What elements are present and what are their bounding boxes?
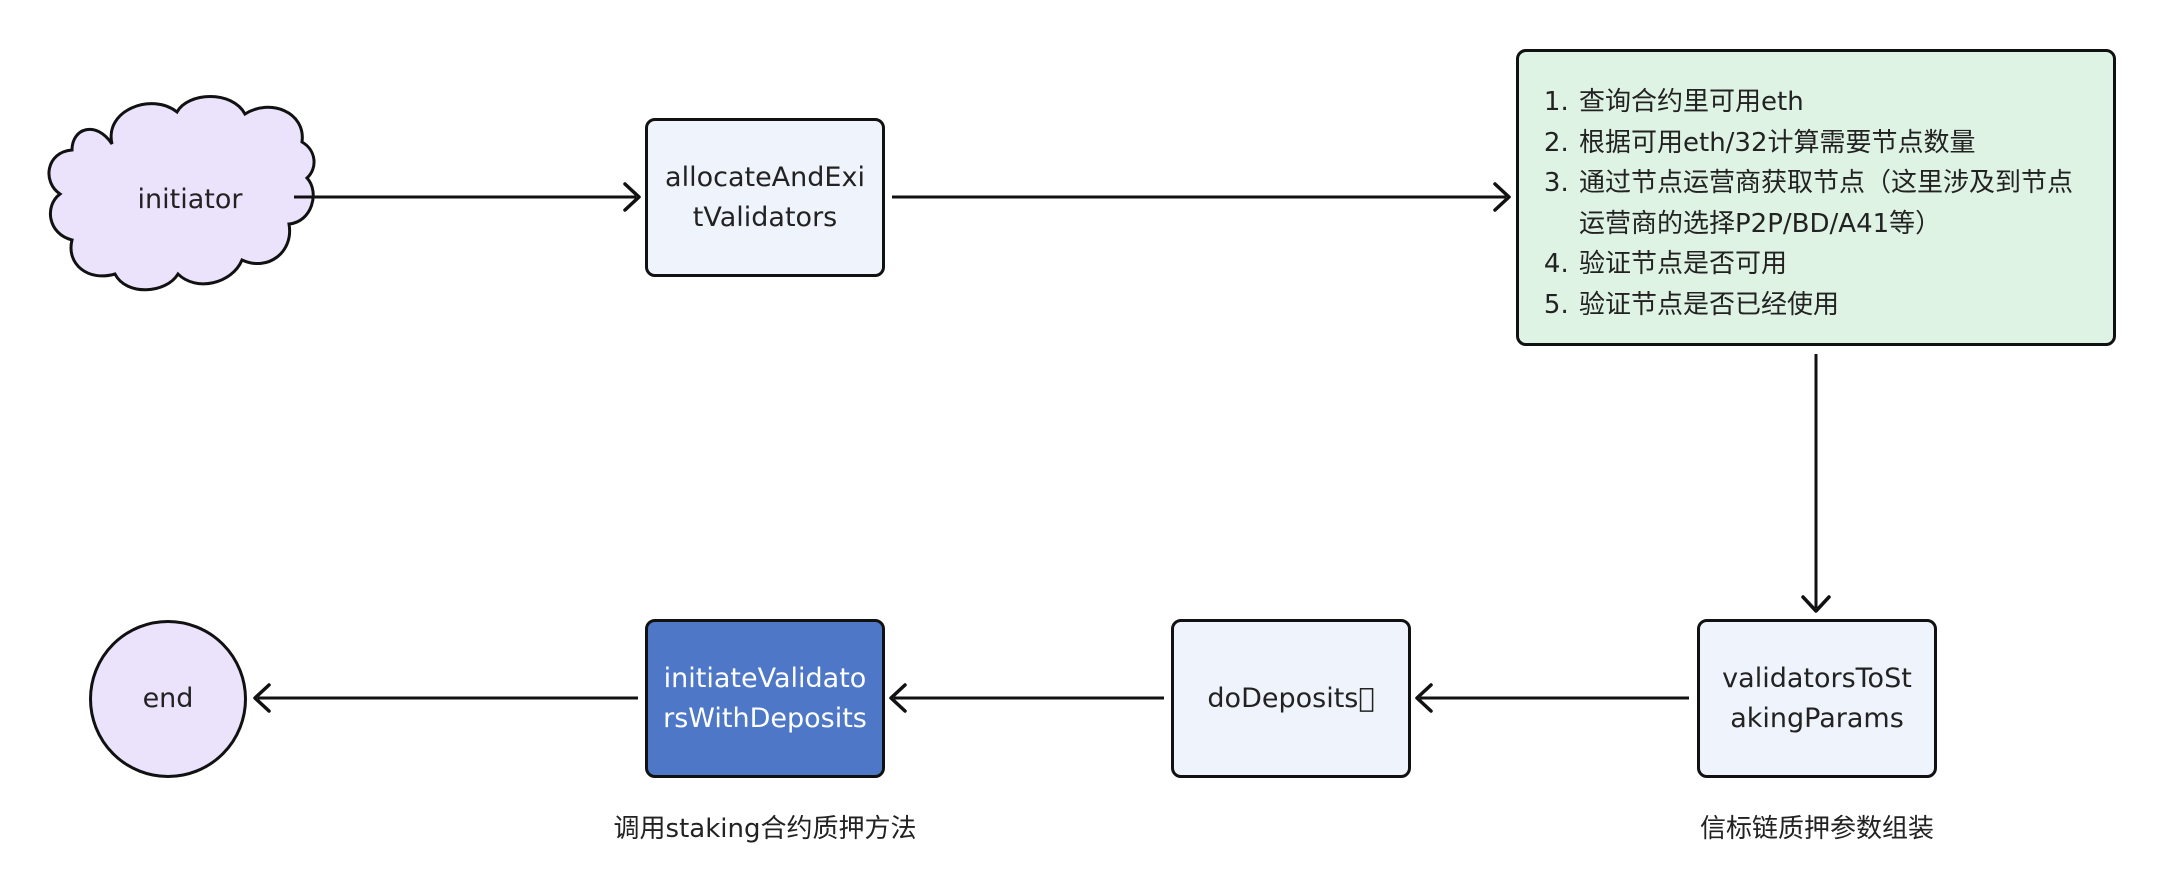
validators-to-staking-params-node: validatorsToStakingParams	[1697, 619, 1937, 778]
step-item: 验证节点是否已经使用	[1577, 285, 2083, 326]
do-deposits-node-label: doDeposits 	[1207, 682, 1375, 714]
staking-call-caption: 调用staking合约质押方法	[613, 814, 917, 844]
step-item: 根据可用eth/32计算需要节点数量	[1577, 123, 2083, 164]
step-item: 通过节点运营商获取节点（这里涉及到节点运营商的选择P2P/BD/A41等）	[1577, 163, 2083, 244]
allocate-and-exit-validators-node: allocateAndExitValidators	[645, 118, 885, 277]
initiator-label: initiator	[137, 183, 243, 215]
step-item: 查询合约里可用eth	[1577, 82, 2083, 123]
beacon-params-caption: 信标链质押参数组装	[1699, 814, 1934, 844]
allocate-node-label: allocateAndExitValidators	[665, 161, 865, 233]
steps-note: 查询合约里可用eth 根据可用eth/32计算需要节点数量 通过节点运营商获取节…	[1516, 49, 2116, 346]
end-node-label: end	[142, 683, 194, 714]
step-item: 验证节点是否可用	[1577, 244, 2083, 285]
steps-list: 查询合约里可用eth 根据可用eth/32计算需要节点数量 通过节点运营商获取节…	[1545, 82, 2083, 325]
end-node: end	[89, 620, 247, 778]
validators-node-label: validatorsToStakingParams	[1722, 662, 1912, 734]
flow-diagram: initiator allocateAndExitValidators 查询合约…	[0, 0, 2162, 892]
do-deposits-node: doDeposits 	[1171, 619, 1411, 778]
initiate-validators-with-deposits-node: initiateValidatorsWithDeposits	[645, 619, 885, 778]
initiate-node-label: initiateValidatorsWithDeposits	[663, 662, 867, 734]
